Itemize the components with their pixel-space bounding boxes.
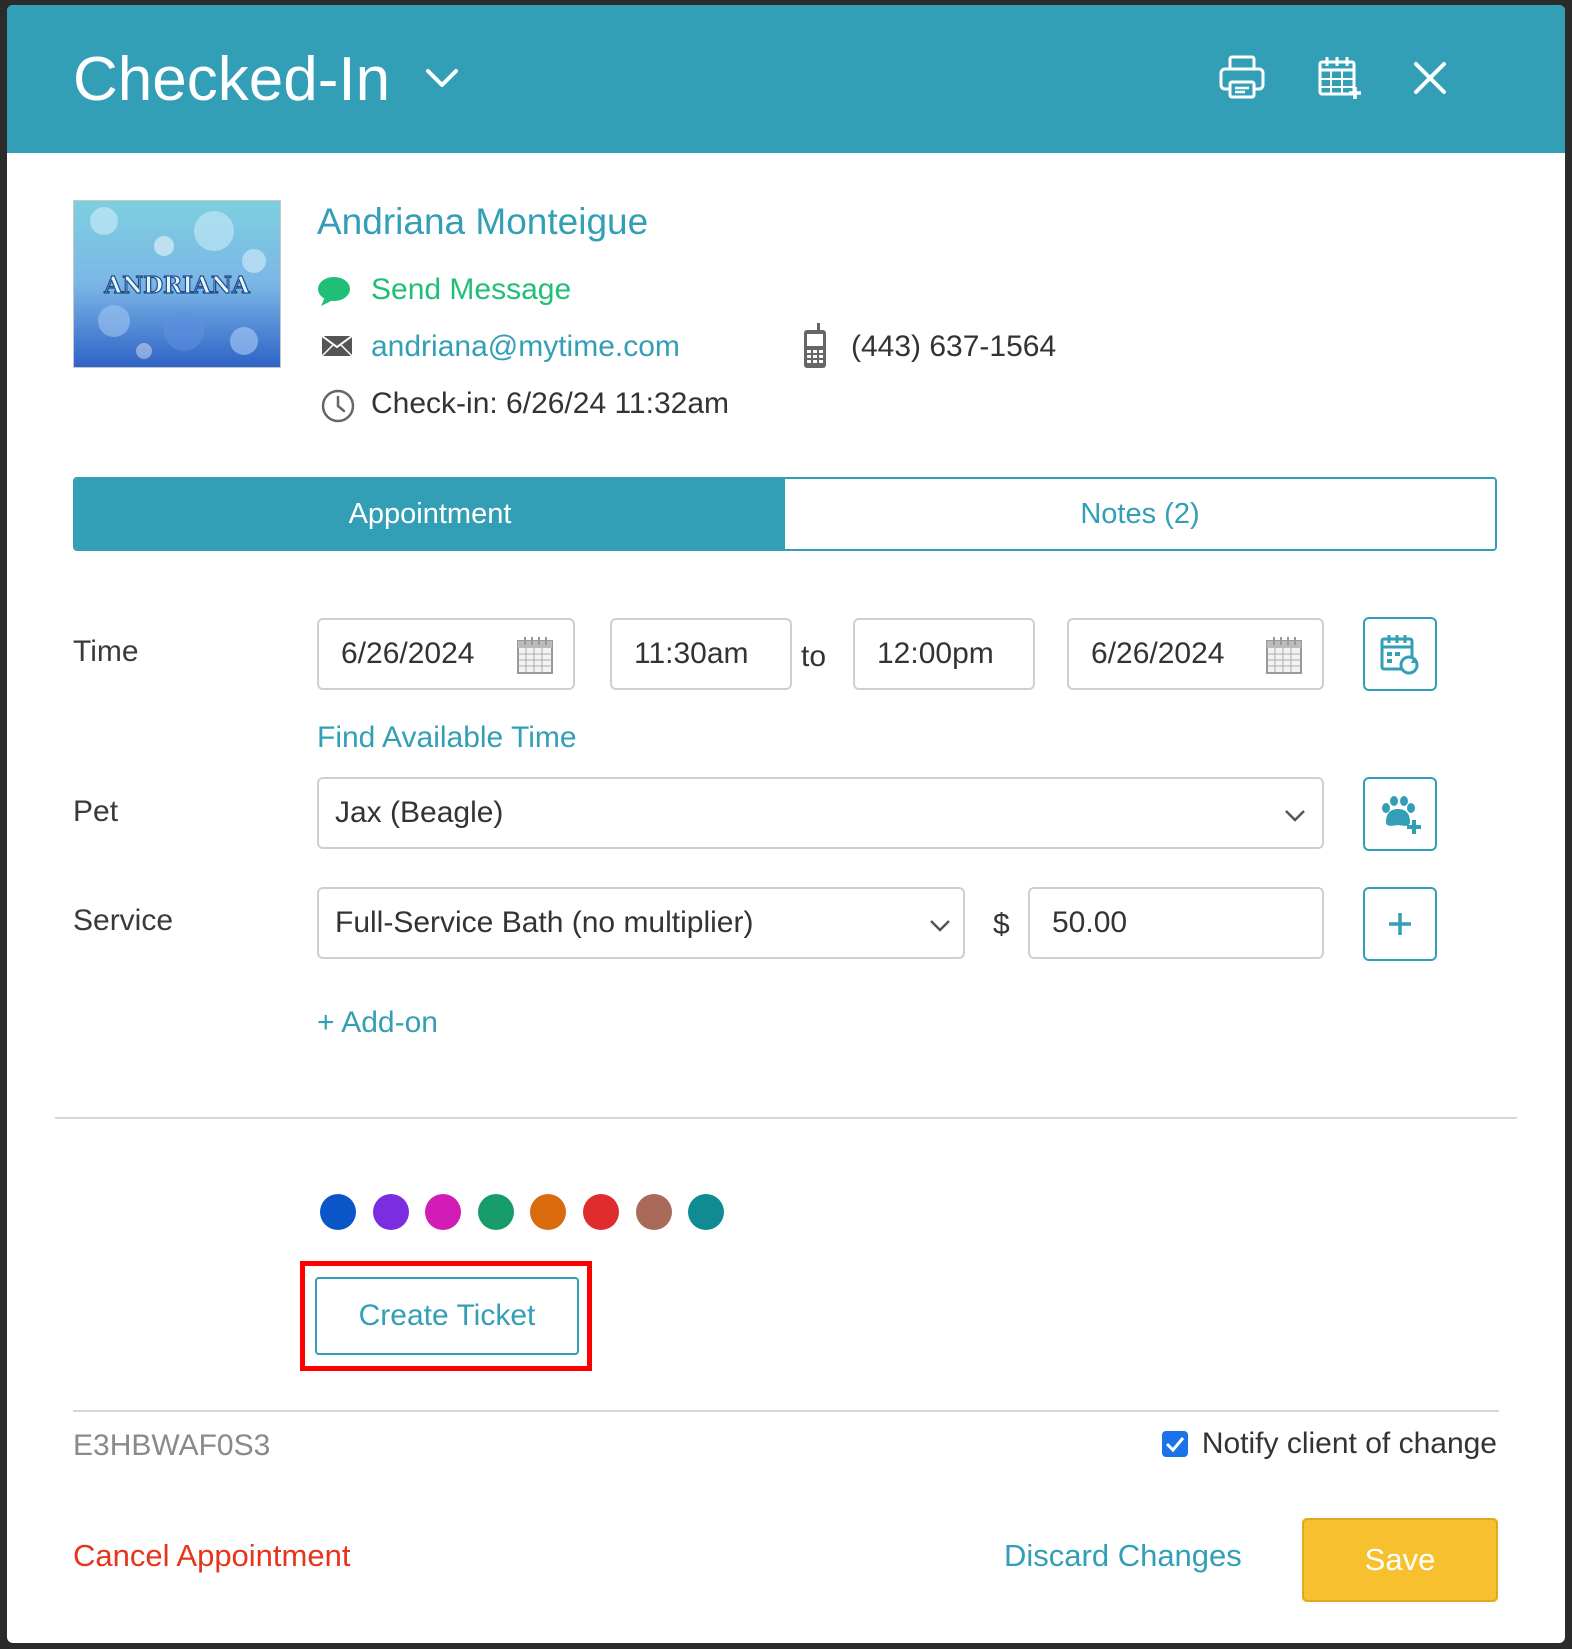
- client-avatar: ANDRIANA: [73, 200, 281, 368]
- chevron-down-icon: [1285, 810, 1305, 822]
- start-time-value: 11:30am: [634, 637, 749, 670]
- color-swatch-blue[interactable]: [320, 1194, 356, 1230]
- color-swatch-green[interactable]: [478, 1194, 514, 1230]
- client-name[interactable]: Andriana Monteigue: [317, 201, 648, 243]
- recurring-schedule-button[interactable]: [1363, 617, 1437, 691]
- tab-notes[interactable]: Notes (2): [785, 479, 1495, 549]
- color-swatch-brown[interactable]: [636, 1194, 672, 1230]
- time-label: Time: [73, 635, 139, 668]
- paw-plus-icon: [1382, 796, 1421, 834]
- add-on-link[interactable]: + Add-on: [317, 1006, 438, 1040]
- calendar-repeat-icon: [1380, 635, 1419, 675]
- service-select[interactable]: Full-Service Bath (no multiplier): [317, 887, 965, 959]
- close-icon[interactable]: [1413, 61, 1447, 95]
- price-value: 50.00: [1052, 906, 1128, 939]
- send-message-link[interactable]: Send Message: [371, 272, 571, 308]
- footer-divider: [73, 1410, 1499, 1412]
- color-swatch-teal[interactable]: [688, 1194, 724, 1230]
- save-button[interactable]: Save: [1302, 1518, 1498, 1602]
- color-swatch-purple[interactable]: [373, 1194, 409, 1230]
- appointment-code: E3HBWAF0S3: [73, 1429, 271, 1462]
- pet-select-value: Jax (Beagle): [335, 796, 504, 829]
- chevron-down-icon: [930, 920, 950, 932]
- service-select-value: Full-Service Bath (no multiplier): [335, 906, 754, 939]
- price-input[interactable]: 50.00: [1028, 887, 1324, 959]
- envelope-icon: [321, 335, 353, 357]
- discard-changes-link[interactable]: Discard Changes: [1004, 1538, 1242, 1574]
- cancel-appointment-link[interactable]: Cancel Appointment: [73, 1538, 350, 1574]
- mobile-phone-icon: [804, 323, 826, 368]
- color-swatch-orange[interactable]: [530, 1194, 566, 1230]
- checkbox-checked-icon[interactable]: [1161, 1431, 1188, 1457]
- start-time-input[interactable]: 11:30am: [610, 618, 792, 690]
- start-date-value: 6/26/2024: [341, 637, 475, 670]
- avatar-text: ANDRIANA: [103, 272, 251, 299]
- find-available-time-link[interactable]: Find Available Time: [317, 721, 577, 755]
- service-label: Service: [73, 904, 174, 937]
- appointment-modal: Checked-In ANDRIANA Andriana Monteigue S…: [7, 5, 1565, 1643]
- end-time-value: 12:00pm: [877, 637, 994, 670]
- add-service-button[interactable]: [1363, 887, 1437, 961]
- chevron-down-icon[interactable]: [425, 67, 459, 89]
- end-date-value: 6/26/2024: [1091, 637, 1225, 670]
- calendar-add-icon[interactable]: [1317, 55, 1363, 101]
- status-title[interactable]: Checked-In: [73, 45, 390, 115]
- notify-client-checkbox[interactable]: Notify client of change: [1161, 1427, 1497, 1461]
- checkin-time: Check-in: 6/26/24 11:32am: [371, 387, 729, 420]
- clock-icon: [321, 389, 355, 423]
- color-swatch-red[interactable]: [583, 1194, 619, 1230]
- pet-label: Pet: [73, 795, 119, 828]
- add-pet-button[interactable]: [1363, 777, 1437, 851]
- to-label: to: [801, 640, 827, 673]
- client-phone[interactable]: (443) 637-1564: [851, 329, 1056, 365]
- currency-symbol: $: [993, 908, 1010, 941]
- plus-icon: [1389, 913, 1411, 935]
- end-date-input[interactable]: 6/26/2024: [1067, 618, 1324, 690]
- create-ticket-button[interactable]: Create Ticket: [315, 1277, 579, 1355]
- end-time-input[interactable]: 12:00pm: [853, 618, 1035, 690]
- tab-appointment[interactable]: Appointment: [75, 479, 785, 549]
- pet-select[interactable]: Jax (Beagle): [317, 777, 1324, 849]
- calendar-icon[interactable]: [1266, 636, 1302, 674]
- start-date-input[interactable]: 6/26/2024: [317, 618, 575, 690]
- print-icon[interactable]: [1219, 55, 1265, 99]
- calendar-icon[interactable]: [517, 636, 553, 674]
- appointment-tabs: Appointment Notes (2): [73, 477, 1497, 551]
- section-divider: [55, 1117, 1517, 1119]
- notify-client-label: Notify client of change: [1201, 1427, 1497, 1460]
- client-email-link[interactable]: andriana@mytime.com: [371, 329, 680, 365]
- color-swatch-magenta[interactable]: [425, 1194, 461, 1230]
- chat-bubble-icon[interactable]: [317, 275, 351, 307]
- modal-header: Checked-In: [7, 5, 1565, 153]
